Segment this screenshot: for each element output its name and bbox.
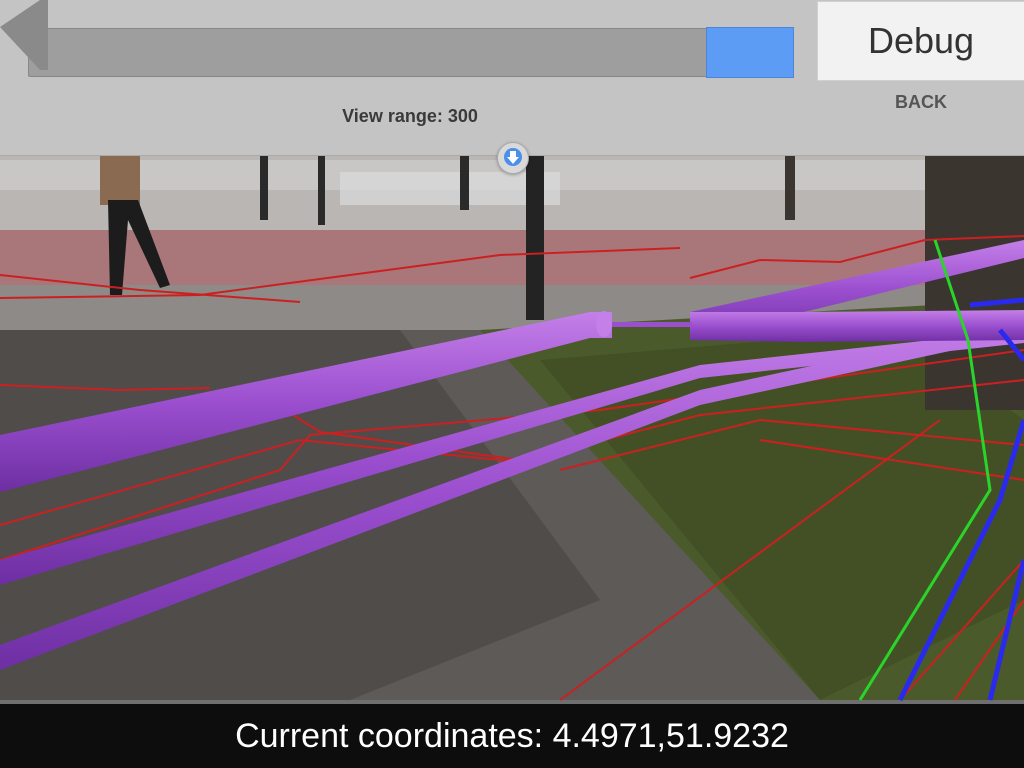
- coordinates-bar: Current coordinates: 4.4971,51.9232: [0, 704, 1024, 768]
- debug-button[interactable]: Debug: [817, 1, 1024, 81]
- arrow-down-circle-icon: [504, 148, 522, 166]
- control-panel: View range: 300 Debug BACK: [0, 0, 1024, 156]
- collapse-panel-button[interactable]: [497, 142, 529, 174]
- view-range-slider[interactable]: [28, 28, 793, 77]
- tree-trunk: [925, 150, 1024, 410]
- back-arrow-icon[interactable]: [0, 0, 55, 75]
- view-range-label: View range: 300: [342, 106, 478, 126]
- back-button[interactable]: BACK: [868, 92, 974, 113]
- lamp-post: [526, 150, 544, 320]
- coordinates-label: Current coordinates: 4.4971,51.9232: [235, 716, 789, 755]
- view-range-slider-thumb[interactable]: [706, 27, 794, 78]
